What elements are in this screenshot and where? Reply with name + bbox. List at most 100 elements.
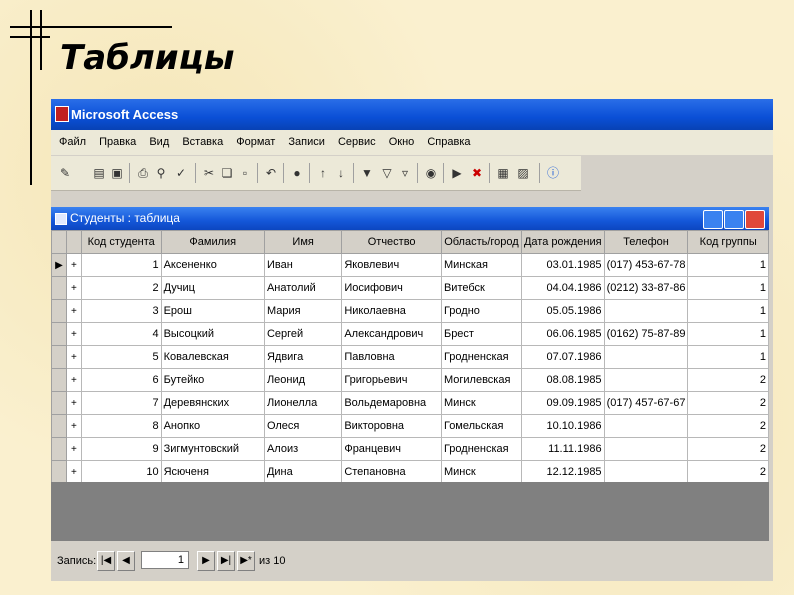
cell-patronymic[interactable]: Александрович (341, 322, 442, 346)
expand-plus-icon[interactable]: + (65, 368, 82, 392)
cell-patronymic[interactable]: Николаевна (341, 299, 442, 323)
cell-surname[interactable]: Ясюченя (160, 460, 265, 484)
cell-group[interactable]: 1 (687, 299, 769, 323)
record-number-input[interactable]: 1 (141, 551, 189, 569)
cell-group[interactable]: 2 (687, 414, 769, 438)
cell-region[interactable]: Брест (440, 322, 522, 346)
row-selector[interactable] (51, 299, 67, 323)
cell-patronymic[interactable]: Вольдемаровна (341, 391, 442, 415)
prev-record-icon[interactable]: ◀ (117, 551, 135, 571)
cell-name[interactable]: Олеся (263, 414, 343, 438)
row-selector[interactable] (51, 437, 67, 461)
expand-plus-icon[interactable]: + (65, 276, 82, 300)
new-record-nav-icon[interactable]: ▶* (237, 551, 255, 571)
cell-name[interactable]: Ядвига (263, 345, 343, 369)
cell-birth[interactable]: 04.04.1986 (520, 276, 605, 300)
cell-region[interactable]: Гродненская (440, 437, 522, 461)
cut-icon[interactable]: ✂ (201, 165, 217, 181)
cell-patronymic[interactable]: Викторовна (341, 414, 442, 438)
cell-surname[interactable]: Бутейко (160, 368, 265, 392)
last-record-icon[interactable]: ▶| (217, 551, 235, 571)
filter-selection-icon[interactable]: ▼ (359, 165, 375, 181)
expand-plus-icon[interactable]: + (65, 391, 82, 415)
expand-plus-icon[interactable]: + (65, 253, 82, 277)
col-header-surname[interactable]: Фамилия (160, 230, 265, 254)
col-header-id[interactable]: Код студента (80, 230, 162, 254)
col-header-group[interactable]: Код группы (687, 230, 769, 254)
undo-icon[interactable]: ↶ (263, 165, 279, 181)
print-preview-icon[interactable]: ⚲ (153, 165, 169, 181)
cell-group[interactable]: 1 (687, 276, 769, 300)
cell-id[interactable]: 6 (80, 368, 162, 392)
cell-region[interactable]: Могилевская (440, 368, 522, 392)
spelling-icon[interactable]: ✓ (173, 165, 189, 181)
cell-name[interactable]: Анатолий (263, 276, 343, 300)
save-icon[interactable]: ▤ (91, 165, 107, 181)
find-icon[interactable]: ◉ (423, 165, 439, 181)
row-selector[interactable] (51, 460, 67, 484)
cell-phone[interactable] (603, 299, 689, 323)
cell-id[interactable]: 5 (80, 345, 162, 369)
expand-plus-icon[interactable]: + (65, 345, 82, 369)
paste-icon[interactable]: ▫ (237, 165, 253, 181)
apply-filter-icon[interactable]: ▿ (397, 165, 413, 181)
table-row[interactable]: + 4 Высоцкий Сергей Александрович Брест … (51, 322, 769, 346)
menu-file[interactable]: Файл (59, 130, 86, 155)
maximize-button[interactable] (724, 210, 744, 229)
cell-patronymic[interactable]: Павловна (341, 345, 442, 369)
header-selector[interactable] (51, 230, 67, 254)
table-row[interactable]: + 8 Анопко Олеся Викторовна Гомельская 1… (51, 414, 769, 438)
cell-phone[interactable]: (017) 453-67-78 (603, 253, 689, 277)
table-row[interactable]: + 6 Бутейко Леонид Григорьевич Могилевск… (51, 368, 769, 392)
cell-name[interactable]: Дина (263, 460, 343, 484)
cell-region[interactable]: Гомельская (440, 414, 522, 438)
menu-edit[interactable]: Правка (99, 130, 136, 155)
row-selector[interactable] (51, 345, 67, 369)
table-row[interactable]: + 10 Ясюченя Дина Степановна Минск 12.12… (51, 460, 769, 484)
menu-records[interactable]: Записи (288, 130, 325, 155)
cell-birth[interactable]: 08.08.1985 (520, 368, 605, 392)
cell-region[interactable]: Минск (440, 391, 522, 415)
cell-birth[interactable]: 09.09.1985 (520, 391, 605, 415)
cell-phone[interactable] (603, 460, 689, 484)
cell-birth[interactable]: 06.06.1985 (520, 322, 605, 346)
table-row[interactable]: + 2 Дучиц Анатолий Иосифович Витебск 04.… (51, 276, 769, 300)
new-object-icon[interactable]: ▨ (515, 165, 531, 181)
cell-id[interactable]: 2 (80, 276, 162, 300)
cell-group[interactable]: 1 (687, 322, 769, 346)
print-icon[interactable]: ⎙ (135, 165, 151, 181)
cell-birth[interactable]: 11.11.1986 (520, 437, 605, 461)
row-selector[interactable] (51, 391, 67, 415)
cell-phone[interactable]: (0212) 33-87-86 (603, 276, 689, 300)
cell-phone[interactable]: (0162) 75-87-89 (603, 322, 689, 346)
expand-plus-icon[interactable]: + (65, 460, 82, 484)
row-selector[interactable] (51, 414, 67, 438)
copy-icon[interactable]: ❏ (219, 165, 235, 181)
cell-id[interactable]: 4 (80, 322, 162, 346)
cell-region[interactable]: Гродно (440, 299, 522, 323)
cell-id[interactable]: 10 (80, 460, 162, 484)
expand-plus-icon[interactable]: + (65, 414, 82, 438)
col-header-patronymic[interactable]: Отчество (341, 230, 442, 254)
cell-name[interactable]: Иван (263, 253, 343, 277)
table-window-title-bar[interactable]: Студенты : таблица (51, 207, 769, 230)
menu-help[interactable]: Справка (427, 130, 470, 155)
cell-patronymic[interactable]: Степановна (341, 460, 442, 484)
cell-patronymic[interactable]: Францевич (341, 437, 442, 461)
new-record-icon[interactable]: ▶ (449, 165, 465, 181)
cell-phone[interactable]: (017) 457-67-67 (603, 391, 689, 415)
cell-phone[interactable] (603, 437, 689, 461)
cell-id[interactable]: 1 (80, 253, 162, 277)
menu-insert[interactable]: Вставка (182, 130, 223, 155)
cell-name[interactable]: Алоиз (263, 437, 343, 461)
cell-group[interactable]: 1 (687, 345, 769, 369)
hyperlink-icon[interactable]: ● (289, 165, 305, 181)
cell-region[interactable]: Минская (440, 253, 522, 277)
col-header-region[interactable]: Область/город (440, 230, 522, 254)
table-row[interactable]: + 7 Деревянских Лионелла Вольдемаровна М… (51, 391, 769, 415)
cell-group[interactable]: 2 (687, 437, 769, 461)
col-header-phone[interactable]: Телефон (603, 230, 689, 254)
row-selector[interactable] (51, 368, 67, 392)
search-file-icon[interactable]: ▣ (109, 165, 125, 181)
expand-plus-icon[interactable]: + (65, 322, 82, 346)
